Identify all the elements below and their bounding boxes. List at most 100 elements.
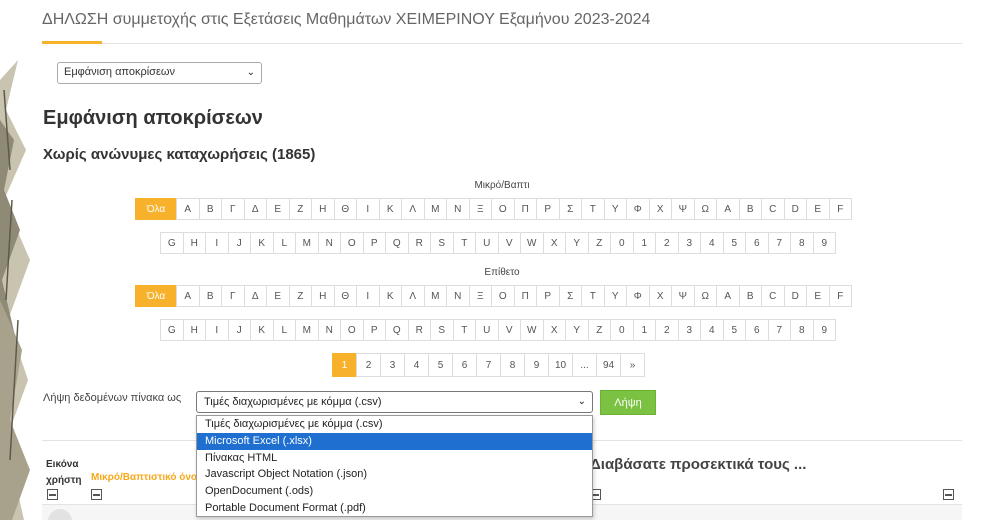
lastname-filter-letter[interactable]: 6	[745, 319, 769, 341]
firstname-filter-letter[interactable]: W	[520, 232, 544, 254]
firstname-filter-letter[interactable]: A	[716, 198, 740, 220]
lastname-filter-letter[interactable]: J	[227, 319, 251, 341]
firstname-filter-letter[interactable]: U	[475, 232, 499, 254]
collapse-column-icon[interactable]	[943, 489, 954, 500]
lastname-filter-letter[interactable]: Ψ	[671, 285, 695, 307]
firstname-filter-letter[interactable]: 1	[632, 232, 656, 254]
lastname-filter-letter[interactable]: I	[205, 319, 229, 341]
firstname-filter-letter[interactable]: Ζ	[288, 198, 312, 220]
firstname-filter-letter[interactable]: P	[362, 232, 386, 254]
lastname-filter-letter[interactable]: Β	[198, 285, 222, 307]
firstname-filter-letter[interactable]: X	[542, 232, 566, 254]
lastname-filter-letter[interactable]: H	[182, 319, 206, 341]
export-format-option[interactable]: Javascript Object Notation (.json)	[197, 466, 592, 483]
view-mode-select[interactable]: Εμφάνιση αποκρίσεων ⌄	[57, 62, 262, 84]
firstname-filter-letter[interactable]: Ω	[693, 198, 717, 220]
lastname-filter-letter[interactable]: T	[452, 319, 476, 341]
firstname-filter-letter[interactable]: R	[407, 232, 431, 254]
firstname-filter-letter[interactable]: Ξ	[468, 198, 492, 220]
firstname-filter-letter[interactable]: Α	[176, 198, 200, 220]
firstname-filter-letter[interactable]: Χ	[648, 198, 672, 220]
firstname-filter-letter[interactable]: 4	[700, 232, 724, 254]
lastname-filter-letter[interactable]: Θ	[333, 285, 357, 307]
firstname-filter-letter[interactable]: Σ	[558, 198, 582, 220]
lastname-filter-letter[interactable]: Q	[385, 319, 409, 341]
lastname-filter-letter[interactable]: 7	[767, 319, 791, 341]
lastname-filter-letter[interactable]: Χ	[648, 285, 672, 307]
firstname-filter-letter[interactable]: S	[430, 232, 454, 254]
lastname-filter-letter[interactable]: R	[407, 319, 431, 341]
page-link[interactable]: 6	[452, 353, 477, 377]
firstname-filter-letter[interactable]: 7	[767, 232, 791, 254]
lastname-filter-letter[interactable]: 4	[700, 319, 724, 341]
lastname-filter-letter[interactable]: Ι	[356, 285, 380, 307]
lastname-filter-letter[interactable]: S	[430, 319, 454, 341]
page-link[interactable]: »	[620, 353, 645, 377]
firstname-filter-letter[interactable]: J	[227, 232, 251, 254]
firstname-filter-letter[interactable]: Ρ	[536, 198, 560, 220]
page-link[interactable]: 10	[548, 353, 573, 377]
lastname-filter-letter[interactable]: C	[761, 285, 785, 307]
export-format-option[interactable]: Microsoft Excel (.xlsx)	[197, 432, 592, 450]
firstname-filter-letter[interactable]: Ε	[266, 198, 290, 220]
lastname-filter-letter[interactable]: F	[828, 285, 852, 307]
firstname-filter-letter[interactable]: I	[205, 232, 229, 254]
lastname-filter-letter[interactable]: Ρ	[536, 285, 560, 307]
firstname-filter-letter[interactable]: K	[250, 232, 274, 254]
export-format-select[interactable]: Τιμές διαχωρισμένες με κόμμα (.csv) ⌄	[196, 391, 593, 413]
lastname-filter-letter[interactable]: L	[272, 319, 296, 341]
lastname-filter-letter[interactable]: Μ	[423, 285, 447, 307]
column-header-firstname[interactable]: Μικρό/Βαπτιστικό όνομα	[91, 472, 196, 483]
firstname-filter-letter[interactable]: Β	[198, 198, 222, 220]
firstname-filter-letter[interactable]: Θ	[333, 198, 357, 220]
firstname-filter-letter[interactable]: Φ	[626, 198, 650, 220]
lastname-filter-letter[interactable]: Y	[565, 319, 589, 341]
lastname-filter-letter[interactable]: 8	[790, 319, 814, 341]
lastname-filter-letter[interactable]: A	[716, 285, 740, 307]
lastname-filter-letter[interactable]: W	[520, 319, 544, 341]
lastname-filter-letter[interactable]: X	[542, 319, 566, 341]
firstname-filter-letter[interactable]: Y	[565, 232, 589, 254]
lastname-filter-letter[interactable]: Π	[513, 285, 537, 307]
firstname-filter-letter[interactable]: E	[806, 198, 830, 220]
firstname-filter-letter[interactable]: Η	[311, 198, 335, 220]
page-link[interactable]: 2	[356, 353, 381, 377]
lastname-filter-letter[interactable]: 0	[610, 319, 634, 341]
lastname-filter-letter[interactable]: Σ	[558, 285, 582, 307]
lastname-filter-letter[interactable]: Α	[176, 285, 200, 307]
page-link[interactable]: 1	[332, 353, 357, 377]
lastname-filter-letter[interactable]: V	[497, 319, 521, 341]
lastname-filter-all[interactable]: Όλα	[135, 285, 177, 307]
lastname-filter-letter[interactable]: 1	[632, 319, 656, 341]
firstname-filter-letter[interactable]: Λ	[401, 198, 425, 220]
firstname-filter-letter[interactable]: Υ	[603, 198, 627, 220]
lastname-filter-letter[interactable]: Φ	[626, 285, 650, 307]
page-link[interactable]: 4	[404, 353, 429, 377]
lastname-filter-letter[interactable]: 3	[677, 319, 701, 341]
firstname-filter-letter[interactable]: V	[497, 232, 521, 254]
firstname-filter-letter[interactable]: F	[828, 198, 852, 220]
lastname-filter-letter[interactable]: P	[362, 319, 386, 341]
firstname-filter-letter[interactable]: 9	[812, 232, 836, 254]
firstname-filter-letter[interactable]: 3	[677, 232, 701, 254]
lastname-filter-letter[interactable]: N	[317, 319, 341, 341]
lastname-filter-letter[interactable]: 5	[722, 319, 746, 341]
firstname-filter-letter[interactable]: 0	[610, 232, 634, 254]
firstname-filter-letter[interactable]: Κ	[378, 198, 402, 220]
firstname-filter-letter[interactable]: Τ	[581, 198, 605, 220]
page-link[interactable]: 3	[380, 353, 405, 377]
lastname-filter-letter[interactable]: G	[160, 319, 184, 341]
lastname-filter-letter[interactable]: 2	[655, 319, 679, 341]
lastname-filter-letter[interactable]: Τ	[581, 285, 605, 307]
firstname-filter-letter[interactable]: Ψ	[671, 198, 695, 220]
export-format-option[interactable]: Portable Document Format (.pdf)	[197, 500, 592, 517]
lastname-filter-letter[interactable]: Γ	[221, 285, 245, 307]
lastname-filter-letter[interactable]: Ο	[491, 285, 515, 307]
firstname-filter-letter[interactable]: Ι	[356, 198, 380, 220]
page-link[interactable]: 5	[428, 353, 453, 377]
lastname-filter-letter[interactable]: O	[340, 319, 364, 341]
lastname-filter-letter[interactable]: E	[806, 285, 830, 307]
firstname-filter-letter[interactable]: N	[317, 232, 341, 254]
firstname-filter-letter[interactable]: 2	[655, 232, 679, 254]
lastname-filter-letter[interactable]: Κ	[378, 285, 402, 307]
